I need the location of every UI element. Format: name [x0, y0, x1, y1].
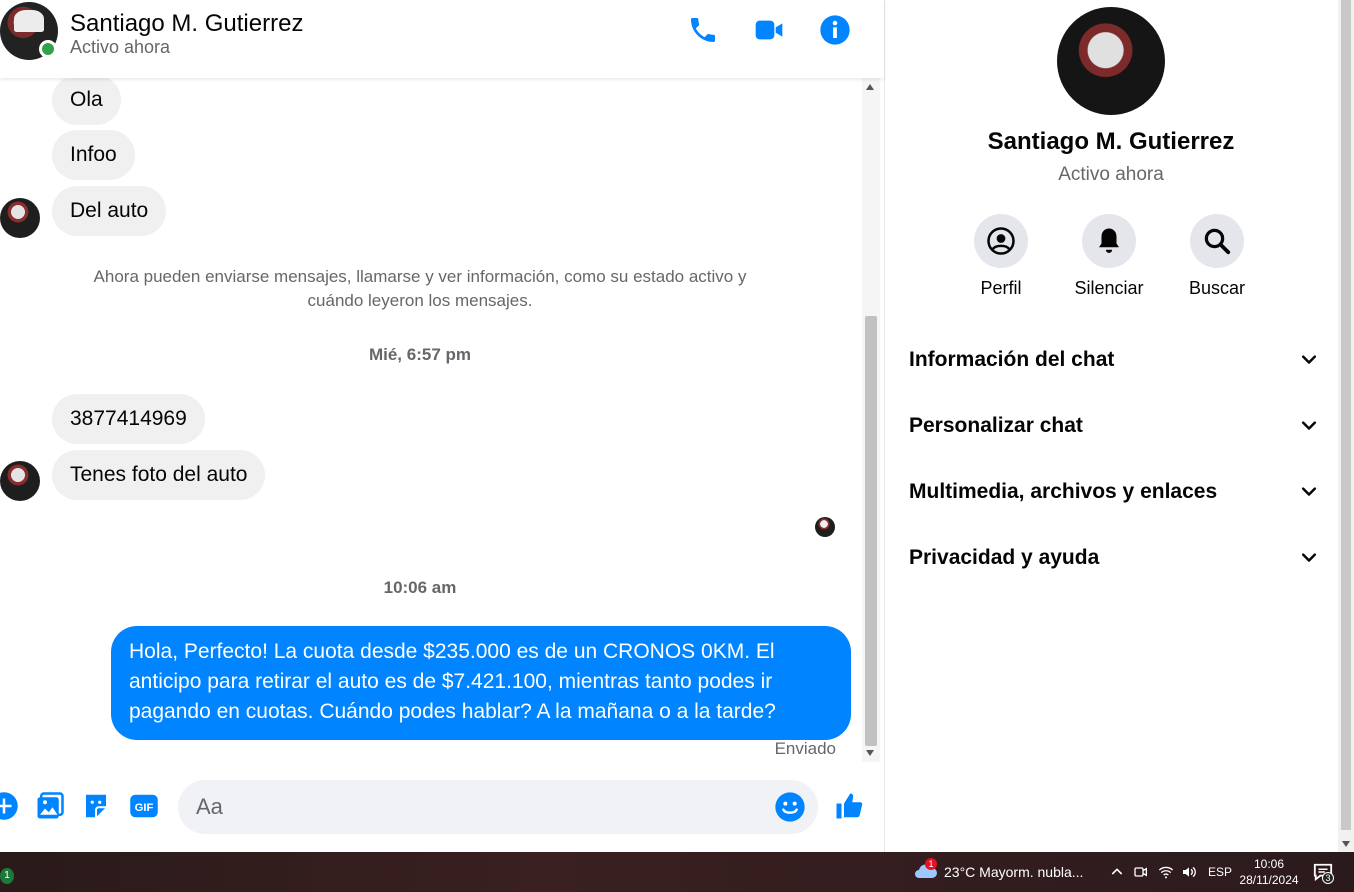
sticker-icon: [86, 794, 106, 818]
message-bubble-received[interactable]: Ola: [52, 78, 121, 125]
notification-count-badge: 3: [1322, 872, 1334, 884]
message-scrollbar[interactable]: [862, 78, 880, 762]
search-action-label: Buscar: [1188, 278, 1246, 298]
phone-icon: [691, 18, 715, 42]
svg-text:GIF: GIF: [135, 802, 154, 814]
mute-action[interactable]: Silenciar: [1061, 214, 1157, 299]
conversation-info-button[interactable]: [817, 12, 853, 48]
wifi-icon: [1158, 866, 1174, 879]
message-bubble-sent[interactable]: Hola, Perfecto! La cuota desde $235.000 …: [111, 626, 851, 740]
bell-icon: [1099, 228, 1119, 253]
tray-network-button[interactable]: [1156, 862, 1176, 882]
clock-date: 28/11/2024: [1239, 873, 1299, 887]
scroll-down-arrow[interactable]: [866, 750, 874, 756]
mute-action-circle[interactable]: [1082, 214, 1136, 268]
profile-name: Santiago M. Gutierrez: [987, 128, 1235, 155]
section-label: Personalizar chat: [909, 414, 1083, 437]
input-language[interactable]: ESP: [1208, 865, 1232, 879]
camera-tray-icon: [1134, 867, 1147, 877]
image-icon: [37, 792, 64, 819]
chevron-down-icon: [1301, 421, 1317, 430]
chevron-up-icon: [1111, 868, 1123, 875]
sticker-button[interactable]: [80, 790, 112, 822]
gif-button[interactable]: GIF: [128, 790, 160, 822]
mute-action-label: Silenciar: [1074, 278, 1144, 298]
contact-name[interactable]: Santiago M. Gutierrez: [70, 10, 303, 38]
section-customize-chat[interactable]: Personalizar chat: [909, 406, 1319, 446]
profile-action-label: Perfil: [980, 278, 1022, 298]
video-camera-icon: [755, 20, 783, 40]
chevron-down-icon: [1301, 487, 1317, 496]
section-chat-info[interactable]: Información del chat: [909, 340, 1319, 380]
sender-avatar[interactable]: [0, 461, 40, 501]
info-icon: [820, 15, 850, 45]
chevron-down-icon: [1301, 355, 1317, 364]
message-bubble-received[interactable]: Infoo: [52, 130, 135, 180]
message-bubble-received[interactable]: Del auto: [52, 186, 167, 236]
search-action[interactable]: Buscar: [1169, 214, 1265, 299]
emoji-icon[interactable]: [774, 791, 806, 823]
profile-action-circle[interactable]: [974, 214, 1028, 268]
chevron-down-icon: [1301, 553, 1317, 562]
section-label: Información del chat: [909, 348, 1115, 371]
message-list[interactable]: Ola Infoo Del auto Ahora pueden enviarse…: [0, 78, 862, 762]
contact-status: Activo ahora: [70, 37, 171, 57]
tray-overflow-button[interactable]: [1107, 862, 1127, 882]
search-action-circle[interactable]: [1190, 214, 1244, 268]
voice-call-button[interactable]: [685, 12, 721, 48]
profile-action[interactable]: Perfil: [953, 214, 1049, 299]
profile-avatar[interactable]: [1057, 7, 1165, 115]
scroll-thumb[interactable]: [865, 316, 877, 746]
section-label: Privacidad y ayuda: [909, 546, 1100, 569]
tray-meet-button[interactable]: [1131, 862, 1151, 882]
weather-widget[interactable]: 23°C Mayorm. nubla...: [944, 864, 1083, 880]
page-scroll-thumb[interactable]: [1341, 0, 1351, 830]
sender-avatar[interactable]: [0, 198, 40, 238]
search-icon: [1204, 228, 1231, 255]
system-notice: Ahora pueden enviarse mensajes, llamarse…: [93, 267, 747, 310]
profile-status: Activo ahora: [1058, 164, 1164, 185]
speaker-icon: [1183, 866, 1196, 878]
system-clock[interactable]: 10:06 28/11/2024: [1236, 856, 1302, 888]
online-indicator: [39, 40, 57, 58]
section-media-files-links[interactable]: Multimedia, archivos y enlaces: [909, 472, 1319, 512]
attach-image-button[interactable]: [34, 790, 66, 822]
windows-taskbar: 1 1 23°C Mayorm. nubla... ESP 10:06 28/1…: [0, 852, 1354, 892]
chat-header: Santiago M. Gutierrez Activo ahora: [0, 0, 884, 78]
section-label: Multimedia, archivos y enlaces: [909, 480, 1218, 503]
weather-alert-badge: 1: [925, 858, 937, 870]
message-bubble-received[interactable]: 3877414969: [52, 394, 205, 444]
plus-circle-icon: [0, 792, 18, 820]
chat-panel: Santiago M. Gutierrez Activo ahora Ola I…: [0, 0, 884, 852]
timestamp-separator: Mié, 6:57 pm: [368, 345, 472, 364]
section-privacy-support[interactable]: Privacidad y ayuda: [909, 538, 1319, 578]
message-input-wrapper: [178, 780, 818, 834]
video-call-button[interactable]: [751, 12, 787, 48]
timestamp-separator: 10:06 am: [383, 578, 457, 597]
gif-icon: GIF: [130, 794, 158, 818]
more-actions-button[interactable]: [0, 790, 20, 822]
message-bubble-received[interactable]: Tenes foto del auto: [52, 450, 266, 500]
like-button[interactable]: [833, 790, 865, 822]
message-composer: GIF: [0, 770, 884, 846]
page-scrollbar[interactable]: [1338, 0, 1354, 852]
read-receipt-avatar: [815, 517, 835, 537]
messenger-app: Santiago M. Gutierrez Activo ahora Ola I…: [0, 0, 1354, 852]
conversation-info-panel: Santiago M. Gutierrez Activo ahora Perfi…: [884, 0, 1338, 852]
delivery-status: Enviado: [774, 739, 836, 758]
thumbs-up-icon: [836, 793, 863, 819]
clock-time: 10:06: [1253, 857, 1285, 871]
scroll-up-arrow[interactable]: [866, 84, 874, 90]
page-scroll-down-arrow[interactable]: [1342, 841, 1350, 847]
message-input[interactable]: [196, 780, 756, 834]
tray-volume-button[interactable]: [1179, 862, 1199, 882]
user-circle-icon: [987, 227, 1015, 255]
taskbar-app-badge[interactable]: 1: [0, 868, 14, 884]
